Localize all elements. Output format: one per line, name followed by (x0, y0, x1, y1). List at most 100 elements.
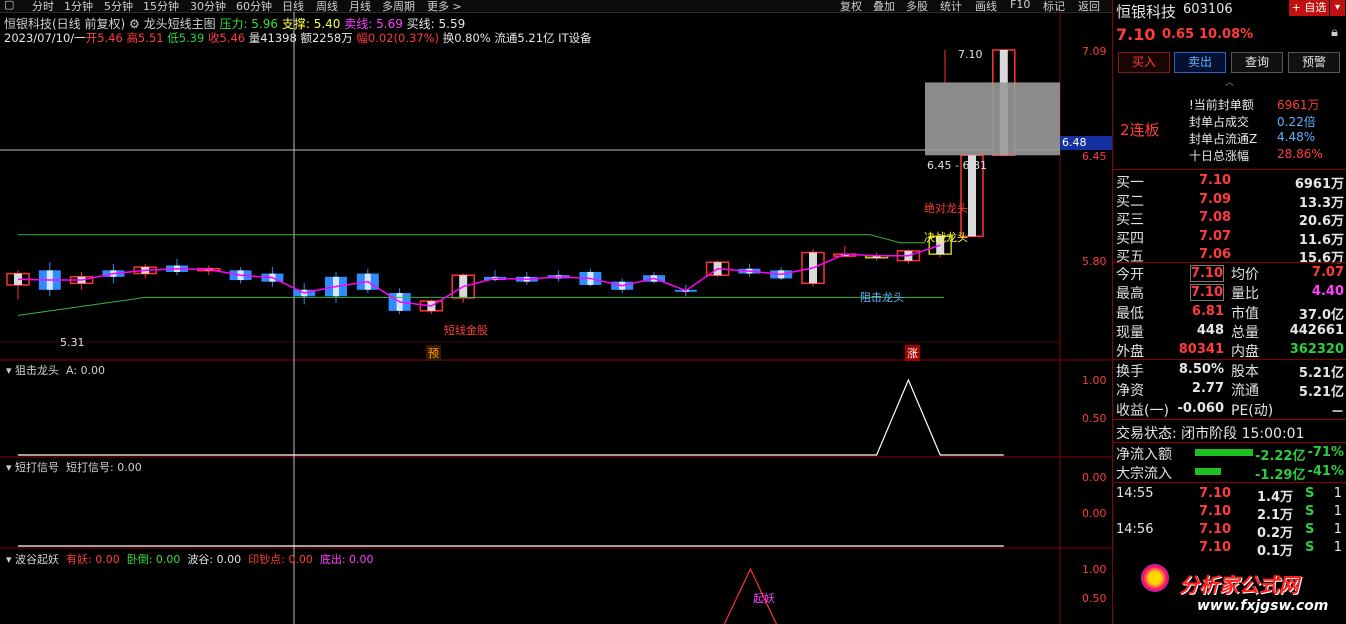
stat-value: 4.40 (1311, 284, 1344, 300)
tick-qty: 2.1万 (1257, 508, 1294, 523)
bid-qty: 13.3万 (1298, 195, 1344, 211)
chevron-down-icon[interactable]: ▾ (6, 553, 12, 566)
seal-key: 十日总涨幅 (1189, 149, 1250, 163)
seal-value: 6961万 (1277, 98, 1320, 112)
seal-key: !当前封单额 (1189, 98, 1254, 112)
pressure-line (18, 234, 925, 244)
bid-level: 买三 (1116, 212, 1144, 229)
watermark-text: 分析家公式网 (1179, 573, 1299, 597)
query-button[interactable]: 查询 (1231, 52, 1283, 73)
tick-qty: 1.4万 (1257, 490, 1294, 505)
bid-qty: 20.6万 (1298, 214, 1344, 230)
tick-side: S (1305, 504, 1315, 519)
gap-box (925, 82, 1060, 156)
tick-price: 7.10 (1199, 522, 1232, 537)
seal-value: 0.22倍 (1277, 115, 1316, 129)
stat-key: 股本 (1231, 364, 1259, 380)
chevron-down-icon[interactable]: ▾ (1330, 0, 1345, 16)
stat-key: PE(动) (1231, 402, 1274, 419)
tick-count: 1 (1333, 486, 1342, 501)
bid-level: 买一 (1116, 175, 1144, 191)
stat-key: 最低 (1116, 305, 1144, 322)
tick-side: S (1305, 522, 1315, 537)
watermark-url: www.fxjgsw.com (1197, 598, 1329, 614)
gap-range-label: 6.45 - 6.81 (927, 159, 987, 172)
flow-bar (1195, 449, 1253, 456)
chevron-down-icon[interactable]: ▾ (6, 461, 12, 474)
axis-tick-low: 5.80 (1082, 255, 1107, 268)
stat-value: -0.060 (1177, 400, 1224, 416)
bid-price: 7.07 (1199, 228, 1232, 244)
stock-name: 恒银科技 (1116, 3, 1177, 21)
price-change-pct: 10.08% (1199, 27, 1254, 42)
bid-level: 买二 (1116, 193, 1144, 210)
flow-pct: -41% (1307, 464, 1344, 479)
flow-bar (1195, 468, 1221, 475)
tick-time: 14:55 (1116, 486, 1154, 501)
watermark-logo (1141, 564, 1169, 592)
stat-value: 6.81 (1191, 303, 1224, 319)
sub1-line (18, 378, 1004, 456)
block-leader-label: 阻击龙头 (860, 291, 904, 304)
tick-qty: 0.2万 (1257, 526, 1294, 541)
bid-qty: 15.6万 (1298, 251, 1344, 267)
buy-button[interactable]: 买入 (1118, 52, 1170, 73)
stat-value: 5.21亿 (1298, 366, 1344, 381)
tick-price: 7.10 (1199, 540, 1232, 555)
high-label: 7.10 (958, 48, 983, 61)
short-gold-label: 短线金股 (444, 324, 488, 337)
stat-value: 7.10 (1189, 284, 1224, 302)
stat-key: 换手 (1116, 364, 1144, 380)
seal-value: 28.86% (1277, 147, 1323, 161)
kline-chart[interactable] (0, 0, 1112, 624)
stat-value: 80341 (1178, 342, 1224, 358)
tick-count: 1 (1333, 522, 1342, 537)
tick-side: S (1305, 540, 1315, 555)
stat-key: 量比 (1231, 286, 1259, 303)
quote-panel: 恒银科技 603106 + 自选 ▾ 7.10 0.65 10.08% 🔒︎ 买… (1112, 0, 1346, 624)
bid-qty: 11.6万 (1298, 232, 1344, 248)
flow-key: 净流入额 (1116, 447, 1172, 463)
stock-code: 603106 (1183, 2, 1233, 17)
tick-count: 1 (1333, 540, 1342, 555)
sub2-tick-1: 0.00 (1082, 471, 1107, 484)
stat-value: － (1330, 404, 1344, 420)
stat-key: 净资 (1116, 383, 1144, 400)
price-change: 0.65 (1162, 27, 1195, 42)
axis-tick-mid: 6.45 (1082, 150, 1107, 163)
alert-button[interactable]: 预警 (1288, 52, 1340, 73)
sub2-title: ▾ 短打信号 短打信号: 0.00 (6, 461, 142, 474)
tick-count: 1 (1333, 504, 1342, 519)
bid-price: 7.08 (1199, 210, 1232, 226)
bid-price: 7.10 (1199, 173, 1232, 188)
chevron-down-icon[interactable]: ▾ (6, 364, 12, 377)
flow-pct: -71% (1307, 445, 1344, 460)
add-watchlist-button[interactable]: + 自选 (1289, 0, 1329, 16)
pre-marker: 预 (426, 345, 441, 361)
tick-qty: 0.1万 (1257, 544, 1294, 559)
chevron-up-icon[interactable]: ︿ (1225, 75, 1234, 88)
support-line (17, 296, 944, 316)
stat-value: 7.10 (1189, 265, 1224, 282)
decisive-leader-label: 决战龙头 (924, 231, 968, 244)
stat-key: 流通 (1231, 383, 1259, 400)
tick-time: 14:56 (1116, 522, 1154, 537)
sub1-title: ▾ 狙击龙头 A: 0.00 (6, 364, 106, 377)
stat-value: 8.50% (1178, 362, 1224, 377)
flow-value: -1.29亿 (1255, 468, 1306, 483)
stat-value: 7.07 (1311, 265, 1344, 280)
sell-button[interactable]: 卖出 (1174, 52, 1226, 73)
stat-key: 今开 (1116, 267, 1144, 283)
lock-icon[interactable]: 🔒︎ (1331, 25, 1338, 40)
last-price: 7.10 (1116, 25, 1156, 44)
stat-value: 37.0亿 (1298, 307, 1344, 323)
streak-badge: 2连板 (1120, 121, 1160, 139)
limit-up-marker: 涨 (905, 345, 920, 361)
flow-value: -2.22亿 (1255, 449, 1306, 464)
seal-key: 封单占成交 (1189, 115, 1250, 129)
flow-key: 大宗流入 (1116, 466, 1172, 482)
sub3-tick-1: 1.00 (1082, 563, 1107, 576)
stat-key: 均价 (1231, 267, 1259, 283)
trade-status: 交易状态: 闭市阶段 15:00:01 (1116, 426, 1305, 442)
stat-value: 442661 (1289, 322, 1344, 338)
